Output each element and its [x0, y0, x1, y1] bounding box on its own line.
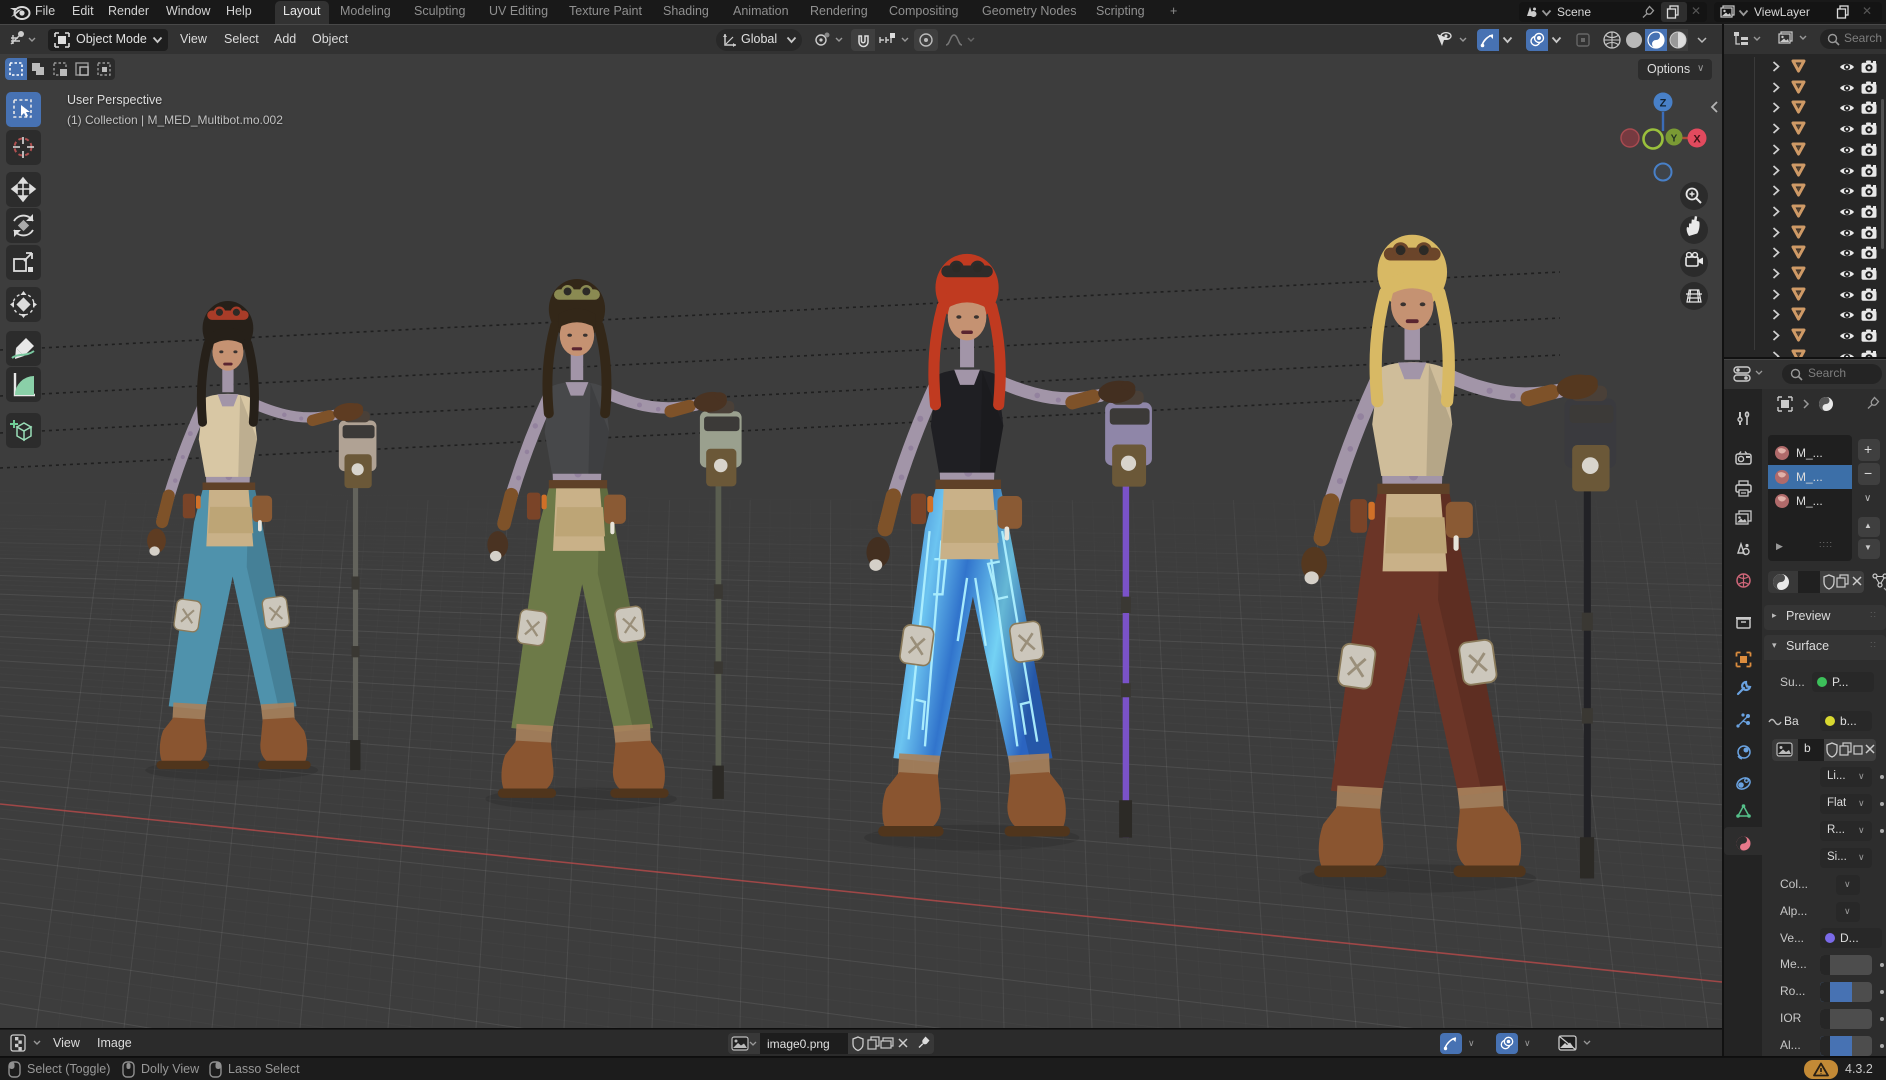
- svg-text:Y: Y: [1671, 134, 1678, 145]
- svg-text:Z: Z: [1660, 98, 1667, 110]
- svg-text:X: X: [1693, 134, 1701, 146]
